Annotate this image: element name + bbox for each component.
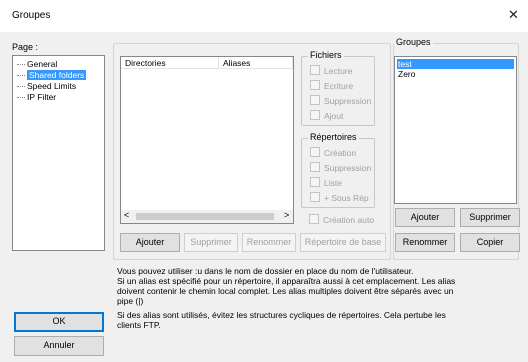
- add-folder-button[interactable]: Ajouter: [120, 233, 180, 252]
- directories-group-title: Répertoires: [308, 132, 359, 142]
- checkbox-suppression-dirs[interactable]: Suppression: [310, 162, 371, 173]
- checkbox-suppression-files[interactable]: Suppression: [310, 95, 371, 106]
- page-tree[interactable]: General Shared folders Speed Limits IP F…: [12, 55, 105, 251]
- info-text-line-1: Vous pouvez utiliser :u dans le nom de d…: [117, 266, 414, 276]
- groups-title: Groupes: [394, 37, 433, 47]
- directories-group: Répertoires Création Suppression Liste +…: [301, 132, 375, 208]
- info-text-line-5: Si des alias sont utilisés, évitez les s…: [117, 310, 446, 320]
- window-title: Groupes: [12, 10, 51, 21]
- checkbox-creation-auto[interactable]: Création auto: [309, 214, 374, 225]
- tree-item-general[interactable]: General: [17, 59, 57, 70]
- checkbox-lecture[interactable]: Lecture: [310, 65, 352, 76]
- column-header-directories[interactable]: Directories: [121, 57, 219, 69]
- tree-item-ip-filter[interactable]: IP Filter: [17, 92, 56, 103]
- scroll-right-icon[interactable]: >: [284, 210, 289, 220]
- remove-group-button[interactable]: Supprimer: [460, 208, 520, 227]
- checkbox-creation[interactable]: Création: [310, 147, 356, 158]
- checkbox-sous-rep[interactable]: + Sous Rép: [310, 192, 369, 203]
- files-group: Fichiers Lecture Ecriture Suppression Aj…: [301, 50, 375, 126]
- files-group-title: Fichiers: [308, 50, 344, 60]
- tree-item-speed-limits[interactable]: Speed Limits: [17, 81, 76, 92]
- ok-button[interactable]: OK: [14, 312, 104, 332]
- add-group-button[interactable]: Ajouter: [395, 208, 455, 227]
- info-text-line-2: Si un alias est spécifié pour un réperto…: [117, 276, 456, 286]
- cancel-button[interactable]: Annuler: [14, 336, 104, 356]
- checkbox-liste[interactable]: Liste: [310, 177, 342, 188]
- info-text-line-4: pipe (|): [117, 296, 144, 306]
- group-item-zero[interactable]: Zero: [397, 69, 514, 79]
- horizontal-scrollbar[interactable]: < >: [121, 210, 293, 223]
- directories-list[interactable]: Directories Aliases < >: [120, 56, 294, 224]
- scrollbar-thumb[interactable]: [136, 213, 274, 220]
- column-header-aliases[interactable]: Aliases: [219, 57, 293, 69]
- copy-group-button[interactable]: Copier: [460, 233, 520, 252]
- groups-list[interactable]: test Zero: [394, 56, 517, 204]
- checkbox-ajout[interactable]: Ajout: [310, 110, 343, 121]
- title-bar: [0, 0, 528, 32]
- info-text-line-6: clients FTP.: [117, 320, 161, 330]
- page-label: Page :: [12, 42, 39, 52]
- rename-folder-button[interactable]: Renommer: [242, 233, 296, 252]
- rename-group-button[interactable]: Renommer: [395, 233, 455, 252]
- base-directory-button[interactable]: Répertoire de base: [300, 233, 386, 252]
- remove-folder-button[interactable]: Supprimer: [184, 233, 238, 252]
- checkbox-ecriture[interactable]: Ecriture: [310, 80, 353, 91]
- tree-item-shared-folders[interactable]: Shared folders: [17, 70, 87, 81]
- close-icon[interactable]: ✕: [508, 7, 519, 23]
- info-text-line-3: doivent contenir le chemin local complet…: [117, 286, 454, 296]
- scroll-left-icon[interactable]: <: [124, 210, 129, 220]
- group-item-test[interactable]: test: [397, 59, 514, 69]
